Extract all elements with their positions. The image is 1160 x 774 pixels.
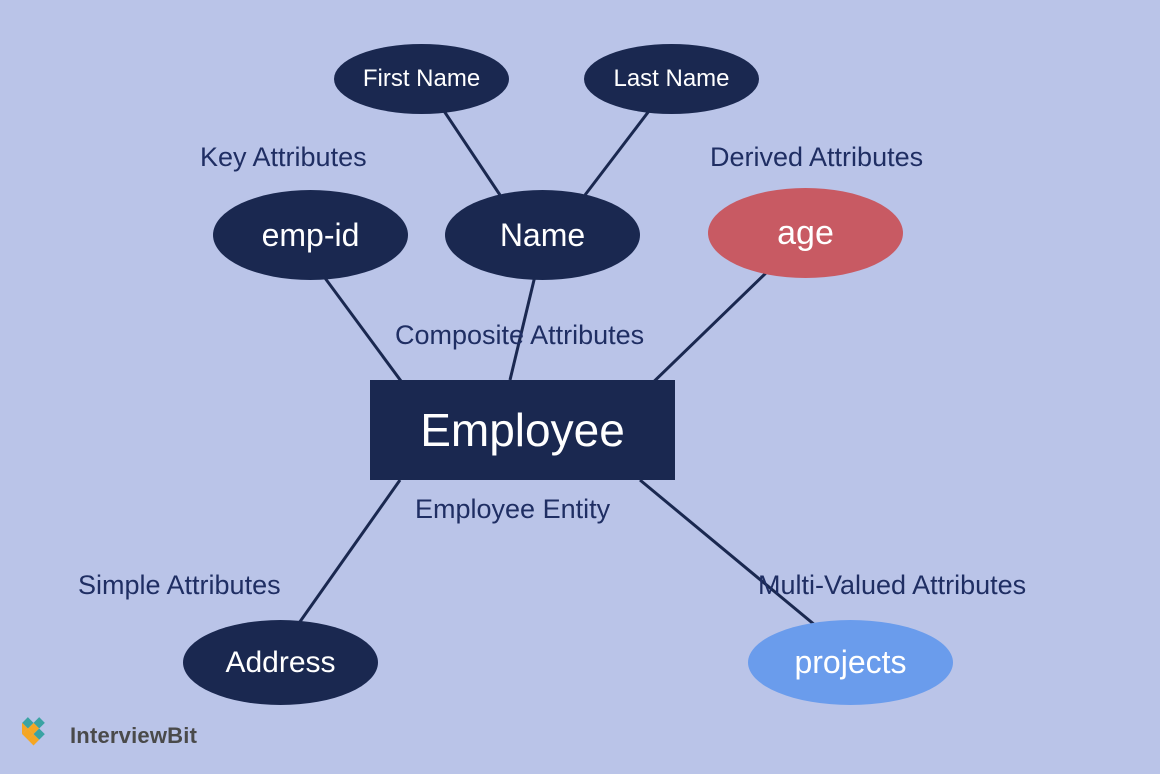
attribute-age: age xyxy=(708,188,903,278)
attribute-label: age xyxy=(777,214,834,253)
attribute-last-name: Last Name xyxy=(584,44,759,114)
attribute-name: Name xyxy=(445,190,640,280)
attribute-label: Name xyxy=(500,217,585,254)
attribute-label: First Name xyxy=(363,65,480,93)
attribute-address: Address xyxy=(183,620,378,705)
attribute-projects: projects xyxy=(748,620,953,705)
label-composite-attributes: Composite Attributes xyxy=(395,320,644,351)
label-employee-entity: Employee Entity xyxy=(415,494,610,525)
label-derived-attributes: Derived Attributes xyxy=(710,142,923,173)
attribute-label: emp-id xyxy=(262,217,360,254)
label-multi-valued-attributes: Multi-Valued Attributes xyxy=(758,570,1026,601)
brand: InterviewBit xyxy=(22,716,197,756)
attribute-label: Address xyxy=(225,646,335,680)
attribute-label: projects xyxy=(794,644,906,681)
entity-employee: Employee xyxy=(370,380,675,480)
entity-label: Employee xyxy=(420,403,625,457)
label-simple-attributes: Simple Attributes xyxy=(78,570,281,601)
attribute-first-name: First Name xyxy=(334,44,509,114)
brand-logo-icon xyxy=(22,716,62,756)
attribute-emp-id: emp-id xyxy=(213,190,408,280)
brand-name: InterviewBit xyxy=(70,723,197,749)
attribute-label: Last Name xyxy=(613,65,729,93)
label-key-attributes: Key Attributes xyxy=(200,142,367,173)
